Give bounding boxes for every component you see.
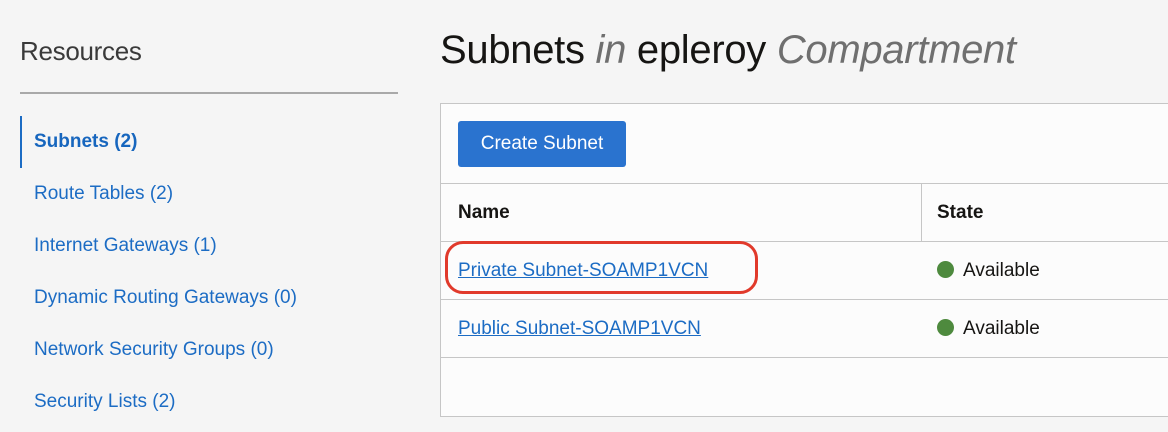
page-title: Subnets in epleroy Compartment: [440, 28, 1016, 73]
page-title-resource: Subnets: [440, 28, 585, 72]
sidebar-item-network-security-groups[interactable]: Network Security Groups (0): [20, 324, 398, 376]
table-row: Public Subnet-SOAMP1VCN Available: [441, 300, 1168, 358]
status-available-icon: [937, 261, 954, 278]
sidebar-item-subnets[interactable]: Subnets (2): [20, 116, 398, 168]
column-header-state[interactable]: State: [937, 184, 983, 241]
create-subnet-button[interactable]: Create Subnet: [458, 121, 626, 167]
sidebar-item-dynamic-routing-gateways[interactable]: Dynamic Routing Gateways (0): [20, 272, 398, 324]
table-row: Private Subnet-SOAMP1VCN Available: [441, 242, 1168, 300]
status-text: Available: [963, 260, 1040, 281]
page: Resources Subnets (2) Route Tables (2) I…: [0, 0, 1168, 432]
sidebar-item-route-tables[interactable]: Route Tables (2): [20, 168, 398, 220]
sidebar-list: Subnets (2) Route Tables (2) Internet Ga…: [20, 116, 398, 428]
page-title-compartment-name: epleroy: [636, 28, 766, 72]
sidebar-item-security-lists[interactable]: Security Lists (2): [20, 376, 398, 428]
column-divider: [921, 184, 922, 241]
column-header-name[interactable]: Name: [458, 184, 510, 241]
sidebar-item-internet-gateways[interactable]: Internet Gateways (1): [20, 220, 398, 272]
sidebar-title: Resources: [20, 36, 142, 66]
status-cell: Available: [937, 300, 1040, 357]
row-divider: [441, 357, 1168, 358]
subnets-panel: Create Subnet Name State Private Subnet-…: [440, 103, 1168, 417]
table-top-border: [441, 183, 1168, 184]
status-cell: Available: [937, 242, 1040, 299]
status-available-icon: [937, 319, 954, 336]
subnet-link-public[interactable]: Public Subnet-SOAMP1VCN: [458, 300, 701, 357]
page-title-compartment-label: Compartment: [776, 28, 1016, 72]
status-text: Available: [963, 318, 1040, 339]
sidebar-divider: [20, 92, 398, 94]
page-title-in: in: [595, 28, 627, 72]
subnet-link-private[interactable]: Private Subnet-SOAMP1VCN: [458, 242, 708, 299]
